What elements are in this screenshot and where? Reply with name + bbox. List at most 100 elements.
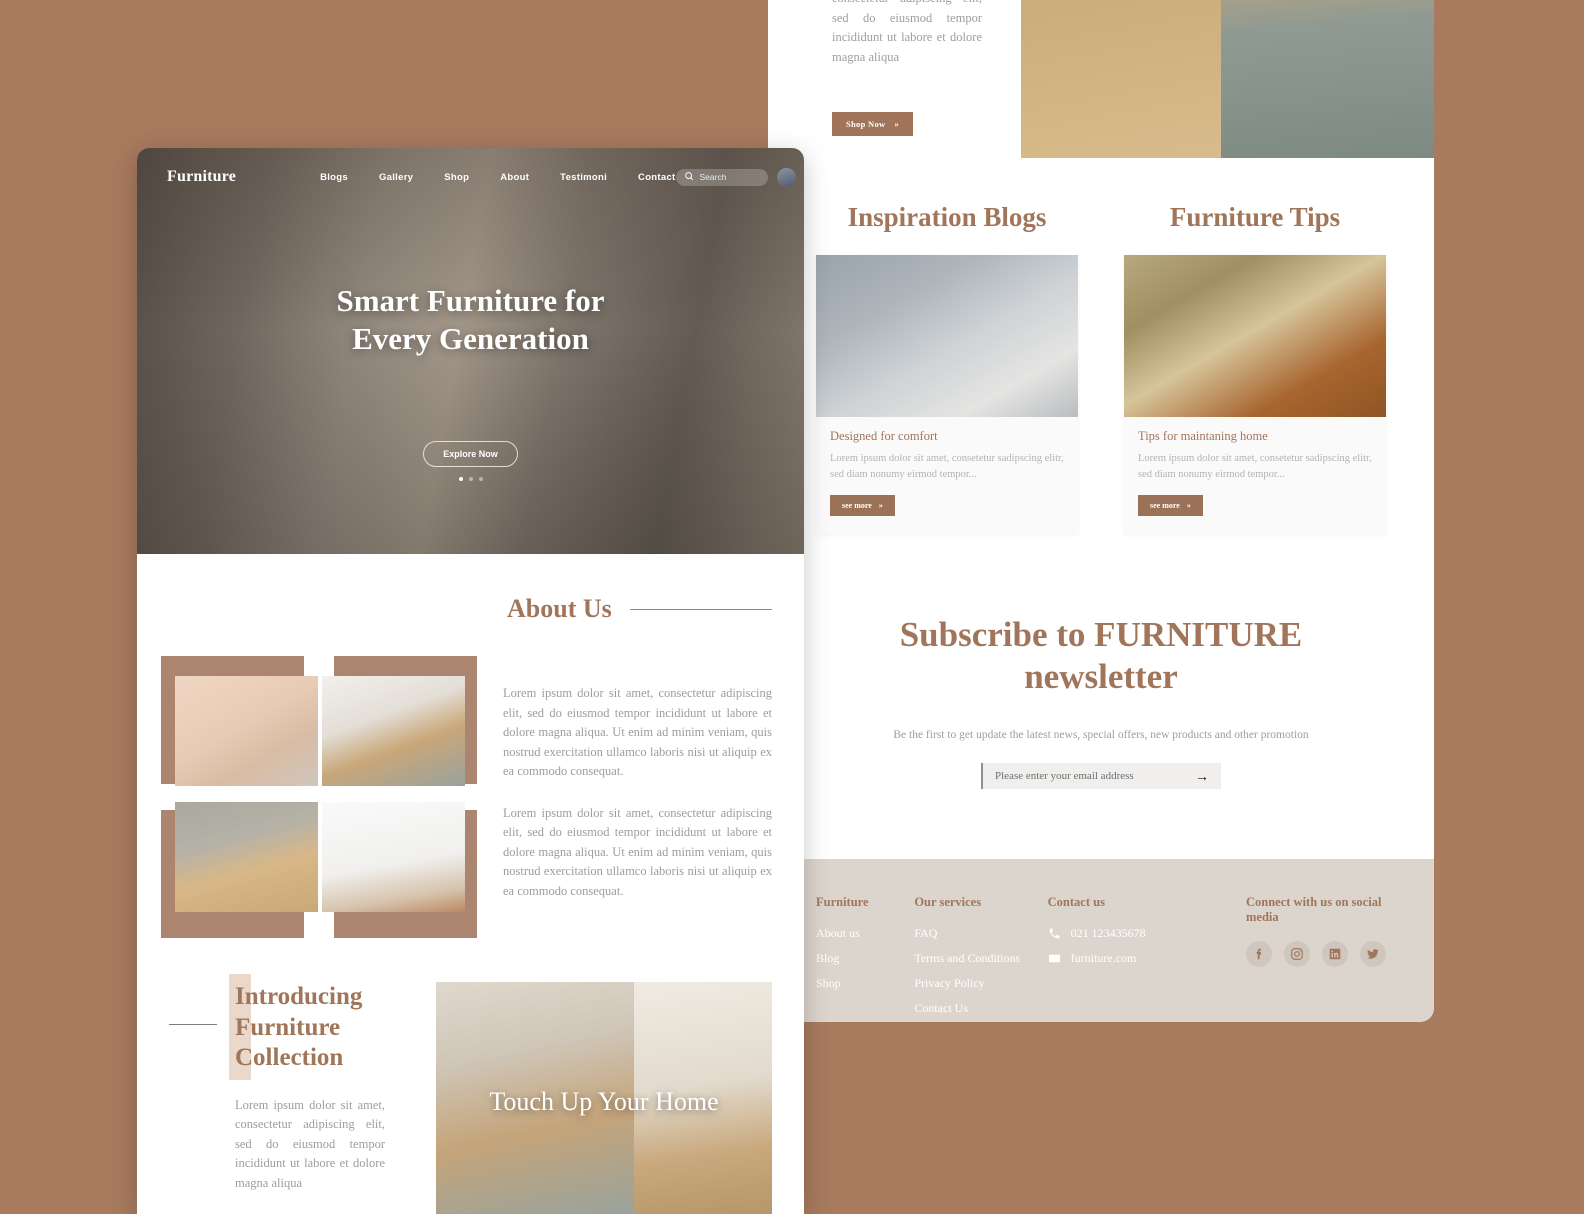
collection-divider — [169, 1024, 217, 1025]
twitter-icon[interactable] — [1359, 940, 1386, 967]
nav-links: Blogs Gallery Shop About Testimoni Conta… — [320, 172, 675, 183]
right-hero-images: Touch Up Your Home — [1021, 0, 1434, 158]
footer-phone-row: 021 123435678 — [1048, 926, 1246, 941]
footer-link-faq[interactable]: FAQ — [914, 926, 1047, 941]
furniture-tips-column: Furniture Tips Tips for maintaning home … — [1124, 202, 1386, 534]
email-input[interactable] — [995, 769, 1195, 782]
about-body: Lorem ipsum dolor sit amet, consectetur … — [161, 656, 772, 938]
footer-phone-number: 021 123435678 — [1070, 925, 1146, 940]
footer-column-contact: Contact us 021 123435678 furniture.com — [1048, 895, 1246, 1022]
carousel-dot-1[interactable] — [458, 476, 463, 481]
right-hero-paragraph: Lorem ipsum dolor sit amet, consectetur … — [832, 0, 982, 64]
newsletter-title-line2: newsletter — [1024, 657, 1178, 697]
chevron-right-icon: » — [1186, 500, 1191, 510]
blog-columns: Inspiration Blogs Designed for comfort L… — [816, 202, 1386, 534]
footer: Furniture About us Blog Shop Our service… — [768, 858, 1434, 1022]
hero-title: Smart Furniture for Every Generation — [137, 282, 804, 358]
carousel-dot-3[interactable] — [478, 476, 483, 481]
social-links — [1245, 940, 1386, 967]
newsletter-subtitle: Be the first to get update the latest ne… — [893, 728, 1309, 741]
section-divider — [629, 608, 772, 610]
carousel-dot-2[interactable] — [468, 476, 473, 481]
about-photo-3 — [161, 802, 318, 938]
about-photo-2 — [322, 656, 477, 792]
see-more-button[interactable]: see more » — [1138, 494, 1203, 516]
about-header: About Us — [169, 594, 772, 624]
collection-overlay-text: Touch Up Your Home — [489, 1087, 719, 1116]
nav-actions: 1 — [675, 167, 804, 187]
blog-card[interactable]: Designed for comfort Lorem ipsum dolor s… — [816, 255, 1078, 534]
footer-col4-title: Connect with us on social media — [1245, 894, 1382, 924]
bedroom-lamp-photo — [816, 255, 1078, 417]
nav-item-blogs[interactable]: Blogs — [320, 172, 348, 183]
collection-text-block: Introducing Furniture Collection Lorem i… — [169, 974, 436, 1193]
avatar[interactable] — [776, 167, 796, 187]
collection-images: Touch Up Your Home — [436, 982, 772, 1214]
linkedin-icon[interactable] — [1321, 940, 1348, 967]
right-hero-section: Lorem ipsum dolor sit amet, consectetur … — [768, 0, 1434, 158]
nav-item-shop[interactable]: Shop — [444, 172, 469, 183]
newsletter-title-line1: Subscribe to FURNITURE — [899, 614, 1303, 654]
sideboard-photo — [1021, 0, 1221, 158]
instagram-icon[interactable] — [1283, 940, 1310, 967]
newsletter-title: Subscribe to FURNITURE newsletter — [816, 614, 1386, 699]
blog-card-title: Tips for maintaning home — [1138, 429, 1268, 443]
navbar: Furniture Blogs Gallery Shop About Testi… — [137, 148, 804, 206]
shop-now-button[interactable]: Shop Now » — [832, 112, 914, 136]
nav-item-gallery[interactable]: Gallery — [379, 172, 413, 183]
facebook-icon[interactable] — [1245, 940, 1272, 967]
inspiration-blogs-heading: Inspiration Blogs — [847, 202, 1047, 232]
search-input[interactable] — [699, 172, 760, 182]
nav-item-about[interactable]: About — [500, 172, 529, 183]
about-section: About Us Lorem ipsum dolor sit amet, con… — [137, 554, 804, 1214]
blog-card[interactable]: Tips for maintaning home Lorem ipsum dol… — [1124, 255, 1386, 534]
living-room-photo — [1124, 255, 1386, 417]
chevron-right-icon: » — [894, 119, 900, 129]
carousel-dots — [137, 476, 804, 481]
explore-now-button[interactable]: Explore Now — [423, 440, 518, 467]
shop-now-label: Shop Now — [846, 119, 886, 129]
hero-title-line1: Smart Furniture for — [336, 283, 605, 318]
footer-email-row: furniture.com — [1048, 951, 1246, 966]
about-title: About Us — [507, 594, 612, 623]
collection-title: Introducing Furniture Collection — [235, 982, 385, 1074]
footer-col2-title: Our services — [914, 894, 982, 909]
about-photo-grid — [161, 656, 477, 938]
footer-link-terms[interactable]: Terms and Conditions — [914, 951, 1047, 966]
hero-content: Smart Furniture for Every Generation Exp… — [137, 282, 804, 481]
footer-column-furniture: Furniture About us Blog Shop — [816, 895, 914, 1022]
hero-title-line2: Every Generation — [352, 320, 589, 356]
nav-item-contact[interactable]: Contact — [638, 172, 675, 183]
about-paragraph-2: Lorem ipsum dolor sit amet, consectetur … — [503, 805, 772, 898]
footer-col3-title: Contact us — [1047, 894, 1105, 909]
inspiration-blogs-column: Inspiration Blogs Designed for comfort L… — [816, 202, 1078, 534]
footer-link-about-us[interactable]: About us — [816, 926, 914, 941]
brand-logo[interactable]: Furniture — [167, 168, 236, 186]
footer-link-contact-us[interactable]: Contact Us — [914, 1001, 1047, 1016]
arrow-right-icon[interactable]: → — [1195, 768, 1209, 784]
right-panel-body: Inspiration Blogs Designed for comfort L… — [768, 202, 1434, 859]
collection-title-line1: Introducing — [235, 983, 363, 1010]
search-box[interactable] — [675, 168, 768, 186]
email-icon — [1048, 952, 1061, 965]
search-icon — [684, 168, 694, 186]
newsletter-section: Subscribe to FURNITURE newsletter Be the… — [816, 614, 1386, 859]
see-more-button[interactable]: see more » — [830, 494, 895, 516]
see-more-label: see more — [1150, 500, 1180, 510]
nav-item-testimoni[interactable]: Testimoni — [560, 172, 607, 183]
footer-col1-title: Furniture — [816, 894, 869, 909]
footer-link-privacy[interactable]: Privacy Policy — [914, 976, 1047, 991]
footer-link-shop[interactable]: Shop — [816, 976, 914, 991]
footer-link-blog[interactable]: Blog — [816, 951, 914, 966]
see-more-label: see more — [842, 500, 872, 510]
newsletter-form: → — [981, 762, 1221, 789]
collection-paragraph: Lorem ipsum dolor sit amet, consectetur … — [235, 1097, 385, 1190]
about-text: Lorem ipsum dolor sit amet, consectetur … — [503, 664, 772, 930]
blog-card-text: Lorem ipsum dolor sit amet, consetetur s… — [830, 453, 1064, 480]
hero-section: Furniture Blogs Gallery Shop About Testi… — [137, 148, 804, 554]
collection-section: Introducing Furniture Collection Lorem i… — [169, 974, 772, 1214]
footer-column-social: Connect with us on social media — [1245, 894, 1386, 1022]
phone-icon — [1048, 927, 1061, 940]
blog-card-title: Designed for comfort — [830, 429, 938, 443]
blog-card-text: Lorem ipsum dolor sit amet, consetetur s… — [1138, 453, 1372, 480]
